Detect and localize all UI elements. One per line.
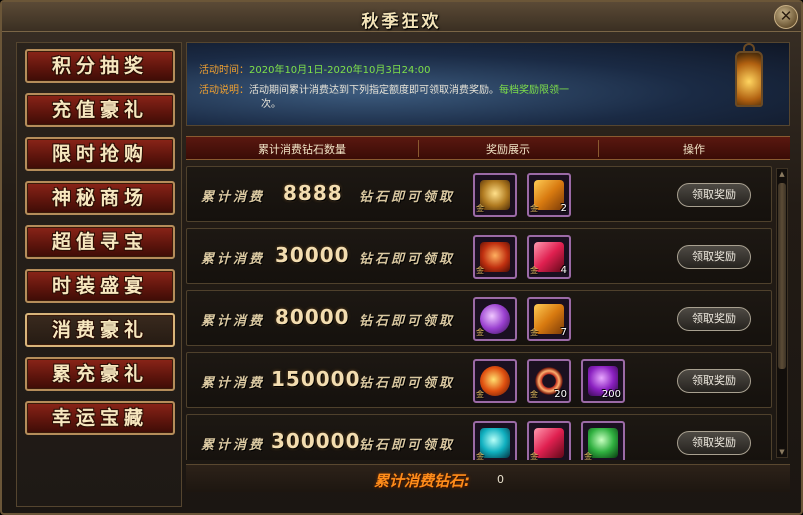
menu-item-mystery-shop[interactable]: 神秘商场 <box>25 181 175 215</box>
row-prefix: 累计消费 <box>201 190 266 205</box>
bind-tag: 金 <box>530 452 538 460</box>
item-count: 2 <box>560 203 567 214</box>
reward-row: 累计消费 8888 钻石即可领取 金 金 2 领取奖励 <box>186 166 772 222</box>
bind-tag: 金 <box>476 452 484 460</box>
bind-tag: 金 <box>584 452 592 460</box>
bind-tag: 金 <box>476 204 484 213</box>
event-desc-text: 活动期间累计消费达到下列指定额度即可领取消费奖励。 <box>249 85 499 96</box>
reward-list: 累计消费 8888 钻石即可领取 金 金 2 领取奖励 累计消费 30000 钻… <box>186 166 774 460</box>
title-bar: 秋季狂欢 ✕ <box>2 2 801 32</box>
bind-tag: 金 <box>530 328 538 337</box>
row-suffix: 钻石即可领取 <box>359 438 456 453</box>
scroll-up-icon[interactable]: ▲ <box>777 169 787 179</box>
row-amount: 300000 <box>271 429 361 453</box>
event-banner: 活动时间：2020年10月1日-2020年10月3日24:00 活动说明：活动期… <box>186 42 790 126</box>
reward-row: 累计消费 300000 钻石即可领取 金 金 金 领取奖励 <box>186 414 772 460</box>
row-amount: 8888 <box>283 181 343 205</box>
scroll-down-icon[interactable]: ▼ <box>777 447 787 457</box>
menu-item-label: 神秘商场 <box>51 187 148 209</box>
event-window: 秋季狂欢 ✕ 积分抽奖 充值豪礼 限时抢购 神秘商场 超值寻宝 时装盛宴 消费豪… <box>0 0 803 515</box>
menu-item-fashion-feast[interactable]: 时装盛宴 <box>25 269 175 303</box>
scroll-icon[interactable]: 金 2 <box>527 173 571 217</box>
menu-item-cumulative-recharge[interactable]: 累充豪礼 <box>25 357 175 391</box>
claim-reward-button[interactable]: 领取奖励 <box>677 245 751 269</box>
cyan-gem-icon[interactable]: 金 <box>473 421 517 460</box>
event-desc-row: 活动说明：活动期间累计消费达到下列指定额度即可领取消费奖励。每档奖励限领一 <box>199 81 569 96</box>
event-time-value: 2020年10月1日-2020年10月3日24:00 <box>249 65 431 76</box>
scroll-thumb[interactable] <box>778 183 786 369</box>
row-amount: 30000 <box>275 243 350 267</box>
bind-tag: 金 <box>530 266 538 275</box>
green-gem-icon[interactable]: 金 <box>581 421 625 460</box>
menu-item-recharge-gift[interactable]: 充值豪礼 <box>25 93 175 127</box>
menu-item-lucky-treasure[interactable]: 幸运宝藏 <box>25 401 175 435</box>
claim-reward-button[interactable]: 领取奖励 <box>677 307 751 331</box>
event-desc-label: 活动说明： <box>199 85 249 96</box>
claim-reward-button[interactable]: 领取奖励 <box>677 183 751 207</box>
claim-reward-button[interactable]: 领取奖励 <box>677 369 751 393</box>
item-count: 7 <box>560 327 567 338</box>
claim-reward-button[interactable]: 领取奖励 <box>677 431 751 455</box>
row-suffix: 钻石即可领取 <box>359 252 456 267</box>
bind-tag: 金 <box>476 266 484 275</box>
total-consumption-label: 累计消费钻石: <box>374 472 470 490</box>
bead-bracelet-icon[interactable]: 金 20 <box>527 359 571 403</box>
header-reward-display: 奖励展示 <box>486 143 530 156</box>
bind-tag: 金 <box>476 390 484 399</box>
event-desc-row-2: 次。 <box>261 95 281 110</box>
menu-item-label: 累充豪礼 <box>51 363 148 385</box>
row-prefix: 累计消费 <box>201 376 266 391</box>
event-time-row: 活动时间：2020年10月1日-2020年10月3日24:00 <box>199 61 431 76</box>
row-prefix: 累计消费 <box>201 314 266 329</box>
treasure-chest-icon[interactable]: 金 <box>473 173 517 217</box>
red-crystal-icon[interactable]: 金 <box>527 421 571 460</box>
bind-tag: 金 <box>476 328 484 337</box>
reward-row: 累计消费 30000 钻石即可领取 金 金 4 领取奖励 <box>186 228 772 284</box>
menu-item-points-lottery[interactable]: 积分抽奖 <box>25 49 175 83</box>
menu-item-label: 消费豪礼 <box>51 319 148 341</box>
menu-item-consumption-gift[interactable]: 消费豪礼 <box>25 313 175 347</box>
reward-row: 累计消费 150000 钻石即可领取 金 金 20 200 领取奖励 <box>186 352 772 408</box>
menu-item-label: 幸运宝藏 <box>51 407 148 429</box>
item-count: 20 <box>554 389 567 400</box>
event-limit-text: 每档奖励限领一 <box>499 85 569 96</box>
header-action: 操作 <box>683 143 705 156</box>
item-count: 200 <box>601 389 621 400</box>
window-title: 秋季狂欢 <box>361 12 442 32</box>
purple-orb-icon[interactable]: 金 <box>473 297 517 341</box>
menu-item-label: 时装盛宴 <box>51 275 148 297</box>
event-time-label: 活动时间： <box>199 65 249 76</box>
purple-gem-icon[interactable]: 200 <box>581 359 625 403</box>
table-header: 累计消费钻石数量 奖励展示 操作 <box>186 136 790 160</box>
menu-item-label: 充值豪礼 <box>51 99 148 121</box>
menu-item-flash-sale[interactable]: 限时抢购 <box>25 137 175 171</box>
total-consumption-bar: 累计消费钻石: 0 <box>186 464 790 492</box>
bind-tag: 金 <box>530 204 538 213</box>
fire-orb-icon[interactable]: 金 <box>473 359 517 403</box>
menu-item-label: 超值寻宝 <box>51 231 148 253</box>
item-count: 4 <box>560 265 567 276</box>
row-prefix: 累计消费 <box>201 438 266 453</box>
row-amount: 80000 <box>275 305 350 329</box>
row-suffix: 钻石即可领取 <box>359 190 456 205</box>
red-crystal-icon[interactable]: 金 4 <box>527 235 571 279</box>
header-consumption-amount: 累计消费钻石数量 <box>258 143 346 156</box>
menu-item-label: 积分抽奖 <box>51 55 148 77</box>
red-chest-icon[interactable]: 金 <box>473 235 517 279</box>
row-suffix: 钻石即可领取 <box>359 314 456 329</box>
row-amount: 150000 <box>271 367 361 391</box>
menu-item-label: 限时抢购 <box>51 143 148 165</box>
row-suffix: 钻石即可领取 <box>359 376 456 391</box>
event-limit-text-2: 次。 <box>261 99 281 110</box>
lantern-icon <box>735 51 763 107</box>
bind-tag: 金 <box>530 390 538 399</box>
reward-row: 累计消费 80000 钻石即可领取 金 金 7 领取奖励 <box>186 290 772 346</box>
total-consumption-value: 0 <box>497 473 504 486</box>
row-prefix: 累计消费 <box>201 252 266 267</box>
scroll-icon[interactable]: 金 7 <box>527 297 571 341</box>
menu-item-treasure-hunt[interactable]: 超值寻宝 <box>25 225 175 259</box>
close-icon[interactable]: ✕ <box>774 5 798 29</box>
reward-list-scrollbar[interactable]: ▲ ▼ <box>776 168 788 458</box>
event-menu: 积分抽奖 充值豪礼 限时抢购 神秘商场 超值寻宝 时装盛宴 消费豪礼 累充豪礼 … <box>16 42 182 507</box>
